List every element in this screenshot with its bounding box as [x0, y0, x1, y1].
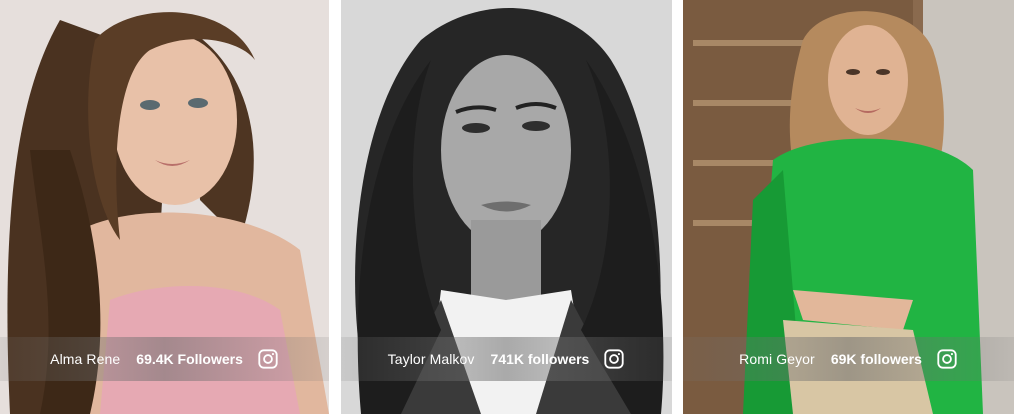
instagram-icon[interactable] [603, 348, 625, 370]
influencer-name: Romi Geyor [739, 351, 815, 367]
influencer-card-alma-rene[interactable]: Alma Rene 69.4K Followers [0, 0, 329, 414]
influencer-gallery: Alma Rene 69.4K Followers Taylor Malkov … [0, 0, 1024, 414]
influencer-card-taylor-malkov[interactable]: Taylor Malkov 741K followers [341, 0, 672, 414]
influencer-caption: Alma Rene 69.4K Followers [0, 337, 329, 381]
influencer-caption: Romi Geyor 69K followers [683, 337, 1014, 381]
influencer-caption: Taylor Malkov 741K followers [341, 337, 672, 381]
influencer-card-romi-geyor[interactable]: Romi Geyor 69K followers [683, 0, 1014, 414]
instagram-icon[interactable] [936, 348, 958, 370]
instagram-icon[interactable] [257, 348, 279, 370]
follower-count: 69K followers [830, 351, 922, 367]
influencer-name: Taylor Malkov [387, 351, 475, 367]
follower-count: 741K followers [490, 351, 590, 367]
follower-count: 69.4K Followers [136, 351, 243, 367]
influencer-name: Alma Rene [50, 351, 121, 367]
